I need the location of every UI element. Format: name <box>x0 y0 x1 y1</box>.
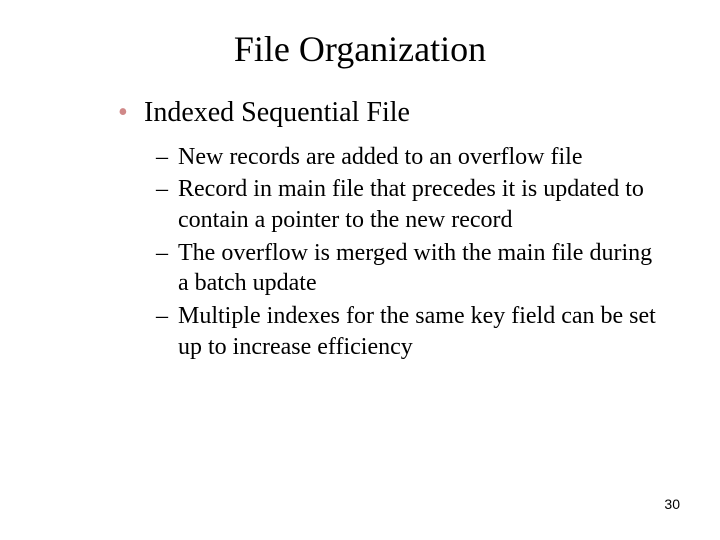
sub-bullet-text: Record in main file that precedes it is … <box>178 174 660 235</box>
sub-bullet-item: – The overflow is merged with the main f… <box>156 238 660 299</box>
dash-marker: – <box>156 176 178 203</box>
bullet-item: • Indexed Sequential File <box>118 96 660 130</box>
bullet-text: Indexed Sequential File <box>144 96 410 130</box>
sub-bullet-text: New records are added to an overflow fil… <box>178 142 582 173</box>
dash-marker: – <box>156 144 178 171</box>
sub-bullet-text: Multiple indexes for the same key field … <box>178 301 660 362</box>
slide-content: • Indexed Sequential File – New records … <box>0 96 720 363</box>
sub-list: – New records are added to an overflow f… <box>118 142 660 363</box>
sub-bullet-item: – Record in main file that precedes it i… <box>156 174 660 235</box>
slide-title: File Organization <box>0 0 720 96</box>
sub-bullet-text: The overflow is merged with the main fil… <box>178 238 660 299</box>
sub-bullet-item: – Multiple indexes for the same key fiel… <box>156 301 660 362</box>
page-number: 30 <box>664 496 680 512</box>
dash-marker: – <box>156 303 178 330</box>
bullet-marker: • <box>118 99 144 127</box>
sub-bullet-item: – New records are added to an overflow f… <box>156 142 660 173</box>
dash-marker: – <box>156 240 178 267</box>
